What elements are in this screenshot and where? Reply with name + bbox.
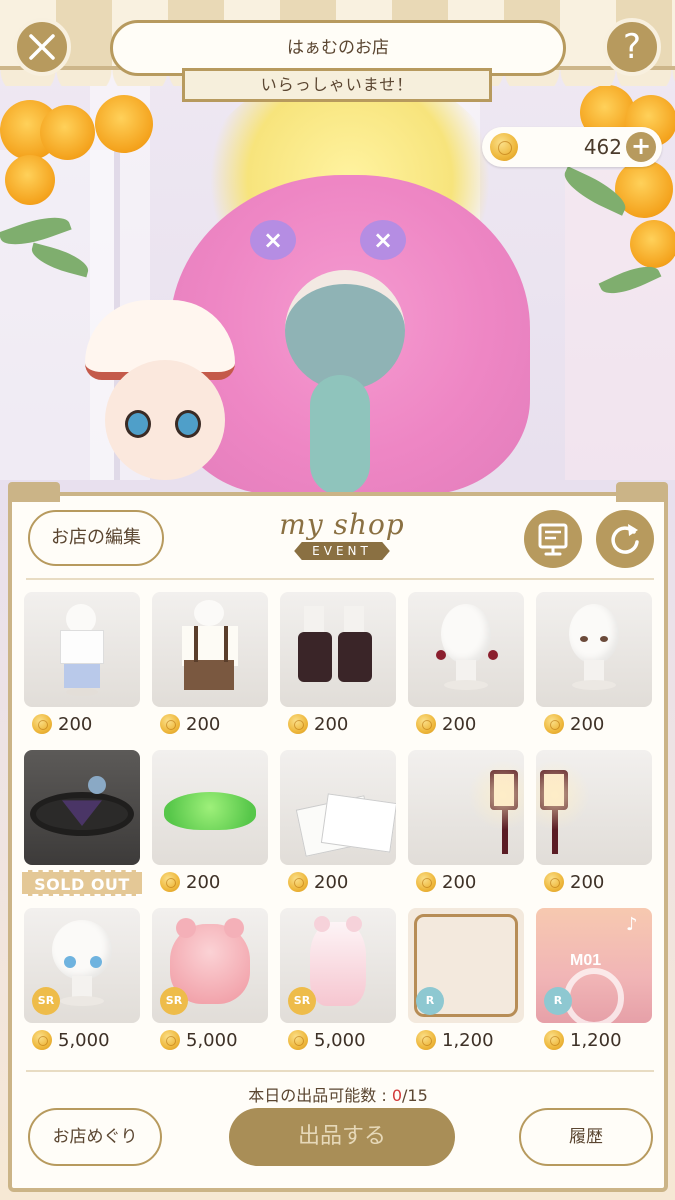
item-thumbnail — [408, 592, 524, 707]
divider-top — [26, 578, 654, 580]
item-thumbnail — [24, 750, 140, 865]
item-thumbnail: SR — [24, 908, 140, 1023]
item-price: 5,000 — [32, 1029, 110, 1053]
my-shop-event-logo: my shop EVENT — [257, 510, 427, 566]
sold-out-badge: SOLD OUT — [22, 870, 142, 896]
history-button[interactable]: 履歴 — [519, 1108, 653, 1166]
item-thumbnail — [536, 592, 652, 707]
item-price: 1,200 — [544, 1029, 622, 1053]
item-price: 200 — [160, 871, 220, 895]
coin-icon — [32, 714, 52, 734]
item-price: 200 — [288, 871, 348, 895]
coin-icon — [32, 1030, 52, 1050]
item-card[interactable]: SR 5,000 — [280, 908, 396, 1058]
item-card[interactable]: SR 5,000 — [152, 908, 268, 1058]
item-price: 5,000 — [160, 1029, 238, 1053]
item-thumbnail: R — [408, 908, 524, 1023]
signboard-icon — [538, 523, 568, 556]
item-thumbnail — [536, 750, 652, 865]
item-thumbnail — [280, 750, 396, 865]
item-price: 1,200 — [416, 1029, 494, 1053]
item-price: 200 — [416, 871, 476, 895]
item-price: 200 — [544, 871, 604, 895]
listing-count-current: 0 — [391, 1086, 402, 1105]
item-thumbnail — [152, 592, 268, 707]
logo-my-shop-text: my shop — [279, 508, 405, 541]
close-button[interactable] — [13, 18, 71, 76]
item-card[interactable]: 200 — [408, 750, 524, 900]
item-price: 200 — [288, 713, 348, 737]
coin-icon — [416, 1030, 436, 1050]
coin-icon — [288, 872, 308, 892]
item-price: 200 — [32, 713, 92, 737]
item-price: 200 — [160, 713, 220, 737]
item-card[interactable]: 200 — [280, 750, 396, 900]
coin-icon — [544, 872, 564, 892]
avatar-character — [80, 300, 250, 495]
music-note-icon: ♪ — [626, 914, 638, 935]
item-card[interactable]: 200 — [536, 592, 652, 742]
help-icon: ? — [622, 27, 642, 67]
rarity-badge: SR — [288, 987, 316, 1015]
divider-bottom — [26, 1070, 654, 1072]
item-card[interactable]: 200 — [536, 750, 652, 900]
item-thumbnail — [152, 750, 268, 865]
item-card[interactable]: 200 — [280, 592, 396, 742]
coin-icon — [544, 1030, 564, 1050]
item-thumbnail — [24, 592, 140, 707]
rarity-badge: SR — [32, 987, 60, 1015]
coin-amount: 462 — [583, 135, 622, 159]
add-coins-button[interactable]: + — [626, 132, 656, 162]
refresh-icon — [611, 524, 639, 554]
item-thumbnail: SR — [152, 908, 268, 1023]
shop-panel: お店の編集 my shop EVENT 200 200 200 200 200 … — [8, 482, 668, 1192]
item-price: 200 — [416, 713, 476, 737]
item-thumbnail — [408, 750, 524, 865]
item-card[interactable]: 200 — [152, 750, 268, 900]
daily-listing-count: 本日の出品可能数 : 0/15 — [12, 1082, 664, 1106]
coin-icon — [544, 714, 564, 734]
item-thumbnail — [280, 592, 396, 707]
rarity-badge: R — [416, 987, 444, 1015]
item-card[interactable]: M01 ♪ R 1,200 — [536, 908, 652, 1058]
coin-icon — [416, 872, 436, 892]
coin-icon — [160, 1030, 180, 1050]
panel-corner-right — [616, 482, 668, 502]
music-code-label: M01 — [570, 952, 602, 969]
item-price: 5,000 — [288, 1029, 366, 1053]
logo-event-text: EVENT — [294, 542, 390, 560]
shop-tour-button[interactable]: お店めぐり — [28, 1108, 162, 1166]
item-card[interactable]: 200 — [408, 592, 524, 742]
help-button[interactable]: ? — [603, 18, 661, 76]
coin-icon — [288, 1030, 308, 1050]
rarity-badge: R — [544, 987, 572, 1015]
item-card[interactable]: 200 — [152, 592, 268, 742]
coin-icon — [160, 872, 180, 892]
signboard-button[interactable] — [524, 510, 582, 568]
close-icon — [29, 34, 55, 60]
rarity-badge: SR — [160, 987, 188, 1015]
item-card[interactable]: 200 — [24, 592, 140, 742]
coin-icon — [416, 714, 436, 734]
listing-count-label: 本日の出品可能数 : — [248, 1086, 392, 1105]
refresh-button[interactable] — [596, 510, 654, 568]
coin-icon — [490, 133, 518, 161]
greeting-banner: いらっしゃいませ！ — [182, 68, 492, 102]
item-thumbnail: SR — [280, 908, 396, 1023]
coin-icon — [160, 714, 180, 734]
panel-corner-left — [8, 482, 60, 502]
item-card[interactable]: SR 5,000 — [24, 908, 140, 1058]
item-card-sold-out[interactable]: SOLD OUT — [22, 750, 142, 900]
coin-icon — [288, 714, 308, 734]
item-price: 200 — [544, 713, 604, 737]
coin-balance: 462 + — [482, 127, 662, 167]
list-item-button[interactable]: 出品する — [229, 1108, 455, 1166]
item-card[interactable]: R 1,200 — [408, 908, 524, 1058]
listing-count-total: /15 — [402, 1086, 428, 1105]
item-thumbnail: M01 ♪ R — [536, 908, 652, 1023]
edit-shop-button[interactable]: お店の編集 — [28, 510, 164, 566]
